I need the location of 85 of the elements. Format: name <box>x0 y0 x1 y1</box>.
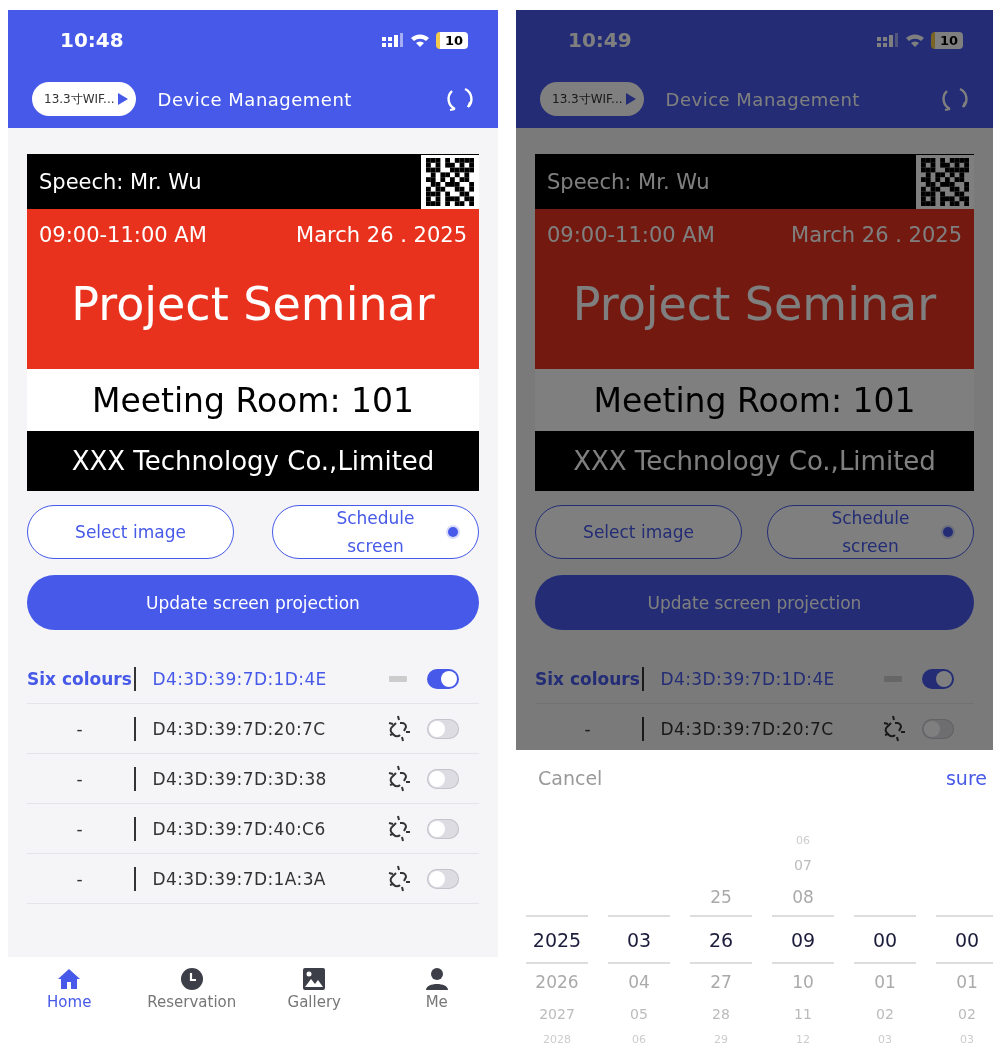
picker-item[interactable]: 07 <box>794 851 812 879</box>
picker-item[interactable]: 01 <box>936 964 993 1000</box>
toggle-switch[interactable] <box>922 718 954 739</box>
battery-level: 10 <box>930 31 963 49</box>
toggle-switch[interactable] <box>427 818 459 839</box>
picker-item[interactable]: 2026 <box>526 964 588 1000</box>
device-mac[interactable]: D4:3D:39:7D:20:7C <box>152 718 381 739</box>
refresh-icon[interactable] <box>446 85 474 113</box>
refresh-icon[interactable] <box>941 85 969 113</box>
toggle-switch[interactable] <box>427 718 459 739</box>
play-icon <box>117 93 128 105</box>
confirm-button[interactable]: sure <box>939 766 993 790</box>
device-mac[interactable]: D4:3D:39:7D:1D:4E <box>660 668 876 689</box>
person-icon <box>424 967 449 991</box>
toggle-switch[interactable] <box>922 668 954 689</box>
status-time: 10:48 <box>60 28 125 52</box>
device-chip[interactable]: 13.3寸WIF... <box>540 82 644 116</box>
schedule-screen-button[interactable]: Schedule screen <box>272 505 479 559</box>
signal-icon <box>381 33 404 47</box>
picker-item[interactable]: 11 <box>772 1000 834 1028</box>
home-icon <box>57 967 82 991</box>
picker-item[interactable]: 2027 <box>526 1000 588 1028</box>
battery-level: 10 <box>435 31 468 49</box>
company-text: XXX Technology Co.,Limited <box>71 446 435 476</box>
company-text: XXX Technology Co.,Limited <box>573 446 936 476</box>
device-mac[interactable]: D4:3D:39:7D:20:7C <box>660 718 876 739</box>
tab-item[interactable]: Home <box>8 967 131 1011</box>
device-name: Six colours <box>27 668 132 689</box>
device-name: - <box>75 768 84 789</box>
schedule-screen-button[interactable]: Schedule screen <box>767 505 974 559</box>
toggle-switch[interactable] <box>427 768 459 789</box>
meeting-time: 09:00-11:00 AM <box>39 223 207 247</box>
picker-item[interactable]: 01 <box>854 964 916 1000</box>
device-name: - <box>75 868 84 889</box>
picker-item[interactable]: 09 <box>772 915 834 964</box>
device-mac[interactable]: D4:3D:39:7D:1A:3A <box>152 868 381 889</box>
device-name: - <box>583 718 592 739</box>
toggle-switch[interactable] <box>427 668 459 689</box>
picker-item[interactable]: 03 <box>608 915 670 964</box>
image-icon <box>302 967 327 991</box>
picker-item[interactable]: 27 <box>690 964 752 1000</box>
wifi-icon <box>409 33 430 47</box>
clock-icon <box>179 967 204 991</box>
status-time: 10:49 <box>568 28 633 52</box>
picker-item[interactable]: 08 <box>792 879 814 915</box>
update-projection-button[interactable]: Update screen projection <box>27 575 479 630</box>
picker-item[interactable]: 05 <box>608 1000 670 1028</box>
meeting-date: March 26 . 2025 <box>296 223 467 247</box>
page-title: Device Management <box>665 88 861 110</box>
tab-item[interactable]: Gallery <box>253 967 376 1011</box>
picker-item[interactable]: 25 <box>710 879 732 915</box>
picker-item[interactable]: 04 <box>608 964 670 1000</box>
meeting-title: Project Seminar <box>71 277 435 331</box>
device-chip[interactable]: 13.3寸WIF... <box>32 82 136 116</box>
picker-item[interactable]: 00 <box>936 915 993 964</box>
cancel-button[interactable]: Cancel <box>532 766 609 790</box>
room-text: Meeting Room: 101 <box>593 380 916 420</box>
play-icon <box>625 93 636 105</box>
tab-item[interactable]: Me <box>375 967 498 1011</box>
toggle-switch[interactable] <box>427 868 459 889</box>
picker-item[interactable]: 28 <box>690 1000 752 1028</box>
select-image-button[interactable]: Select image <box>535 505 742 559</box>
wifi-icon <box>904 33 925 47</box>
device-mac[interactable]: D4:3D:39:7D:1D:4E <box>152 668 381 689</box>
speaker-text: Speech: Mr. Wu <box>38 168 203 196</box>
select-image-button[interactable]: Select image <box>27 505 234 559</box>
page-title: Device Management <box>157 88 353 110</box>
picker-item[interactable]: 26 <box>690 915 752 964</box>
device-mac[interactable]: D4:3D:39:7D:3D:38 <box>152 768 381 789</box>
speaker-text: Speech: Mr. Wu <box>546 168 711 196</box>
meeting-date: March 26 . 2025 <box>791 223 962 247</box>
meeting-title: Project Seminar <box>572 277 937 331</box>
device-mac[interactable]: D4:3D:39:7D:40:C6 <box>152 818 381 839</box>
device-name: Six colours <box>535 668 640 689</box>
room-text: Meeting Room: 101 <box>91 380 415 420</box>
picker-item[interactable]: 2025 <box>526 915 588 964</box>
picker-item[interactable]: 02 <box>936 1000 993 1028</box>
device-name: - <box>75 818 84 839</box>
meeting-time: 09:00-11:00 AM <box>547 223 715 247</box>
picker-item[interactable]: 10 <box>772 964 834 1000</box>
picker-item[interactable]: 02 <box>854 1000 916 1028</box>
device-name: - <box>75 718 84 739</box>
update-projection-button[interactable]: Update screen projection <box>535 575 974 630</box>
picker-item[interactable]: 00 <box>854 915 916 964</box>
tab-item[interactable]: Reservation <box>130 967 253 1011</box>
